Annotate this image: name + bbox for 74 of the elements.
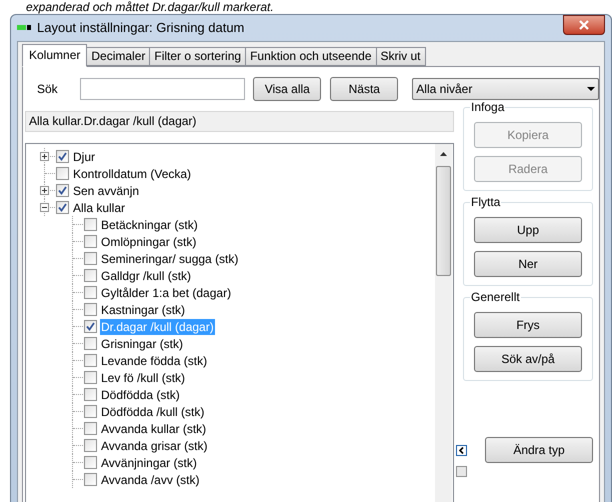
checkbox[interactable] xyxy=(84,235,97,248)
expand-icon[interactable] xyxy=(40,186,49,195)
tree-item[interactable]: Betäckningar (stk) xyxy=(100,216,199,232)
checkbox[interactable] xyxy=(56,184,69,197)
window-title: Layout inställningar: Grisning datum xyxy=(37,19,244,38)
checkbox[interactable] xyxy=(84,252,97,265)
chevron-left-icon xyxy=(459,446,464,454)
search-label: Sök xyxy=(37,81,59,98)
group-button[interactable]: Frys xyxy=(474,312,582,338)
group-title: Generellt xyxy=(470,290,521,304)
tree-item[interactable]: Semineringar/ sugga (stk) xyxy=(100,250,240,266)
checkbox[interactable] xyxy=(84,320,97,333)
checkbox[interactable] xyxy=(84,422,97,435)
check-icon xyxy=(58,152,67,161)
group-title: Flytta xyxy=(470,195,502,209)
checkbox[interactable] xyxy=(84,473,97,486)
change-type-button[interactable]: Ändra typ xyxy=(485,437,593,463)
group-button[interactable]: Sök av/på xyxy=(474,346,582,372)
search-action-button[interactable]: Visa alla xyxy=(253,77,322,101)
tab[interactable]: Filter o sortering xyxy=(149,47,246,66)
checkbox[interactable] xyxy=(56,167,69,180)
tree-item[interactable]: Omlöpningar (stk) xyxy=(100,234,198,250)
tree-item[interactable]: Avvanda /avv (stk) xyxy=(100,472,200,488)
tree-item[interactable]: Grisningar (stk) xyxy=(100,336,184,352)
tab[interactable]: Kolumner xyxy=(22,44,88,67)
dropdown-arrow-icon xyxy=(587,87,595,91)
tree-item[interactable]: Avvanda kullar (stk) xyxy=(100,420,208,436)
group-button[interactable]: Upp xyxy=(474,217,582,243)
checkbox[interactable] xyxy=(84,456,97,469)
tree-item[interactable]: Kontrolldatum (Vecka) xyxy=(72,166,192,182)
checkbox[interactable] xyxy=(456,466,467,477)
tree-item[interactable]: Sen avvänjn xyxy=(72,182,140,198)
caption: expanderad och måttet Dr.dagar/kull markerat. xyxy=(26,0,274,14)
expand-icon[interactable] xyxy=(40,152,49,161)
checkbox[interactable] xyxy=(84,269,97,282)
path-field: Alla kullar.Dr.dagar /kull (dagar) xyxy=(25,111,454,132)
checkbox[interactable] xyxy=(84,371,97,384)
level-dropdown[interactable]: Alla nivåer xyxy=(412,78,599,100)
tree-item[interactable]: Avvänjningar (stk) xyxy=(100,454,198,470)
tab[interactable]: Funktion och utseende xyxy=(245,47,376,66)
tab[interactable]: Skriv ut xyxy=(376,47,426,66)
checkbox[interactable] xyxy=(56,201,69,214)
tree-item[interactable]: Avvanda grisar (stk) xyxy=(100,438,208,454)
tree-item[interactable]: Lev fö /kull (stk) xyxy=(100,370,186,386)
checkbox[interactable] xyxy=(56,150,69,163)
tree-item[interactable]: Dödfödda /kull (stk) xyxy=(100,404,206,420)
group-button[interactable]: Ner xyxy=(474,251,582,277)
checkbox[interactable] xyxy=(84,405,97,418)
tree-item[interactable]: Gyltålder 1:a bet (dagar) xyxy=(100,284,232,300)
tree-item[interactable]: Galldgr /kull (stk) xyxy=(100,268,192,284)
collapse-button[interactable] xyxy=(456,444,467,456)
checkbox[interactable] xyxy=(84,218,97,231)
checkbox[interactable] xyxy=(84,354,97,367)
tree-item[interactable]: Alla kullar xyxy=(72,200,126,216)
scroll-thumb[interactable] xyxy=(436,166,451,276)
tree-item[interactable]: Dödfödda (stk) xyxy=(100,386,181,402)
scroll-up-icon xyxy=(440,152,447,156)
tree-item[interactable]: Kastningar (stk) xyxy=(100,302,186,318)
tree-item[interactable]: Levande födda (stk) xyxy=(100,352,208,368)
checkbox[interactable] xyxy=(84,388,97,401)
app-icon xyxy=(17,25,31,31)
checkbox[interactable] xyxy=(84,439,97,452)
check-icon xyxy=(86,322,95,331)
checkbox[interactable] xyxy=(84,337,97,350)
close-button[interactable] xyxy=(563,15,605,35)
checkbox[interactable] xyxy=(84,286,97,299)
checkbox[interactable] xyxy=(84,303,97,316)
search-field[interactable] xyxy=(80,78,246,100)
search-action-button[interactable]: Nästa xyxy=(330,77,398,101)
tree-item[interactable]: Djur xyxy=(72,148,96,164)
group-title: Infoga xyxy=(470,100,506,114)
close-icon xyxy=(579,20,589,30)
tab[interactable]: Decimaler xyxy=(86,47,150,66)
collapse-icon[interactable] xyxy=(40,203,49,212)
